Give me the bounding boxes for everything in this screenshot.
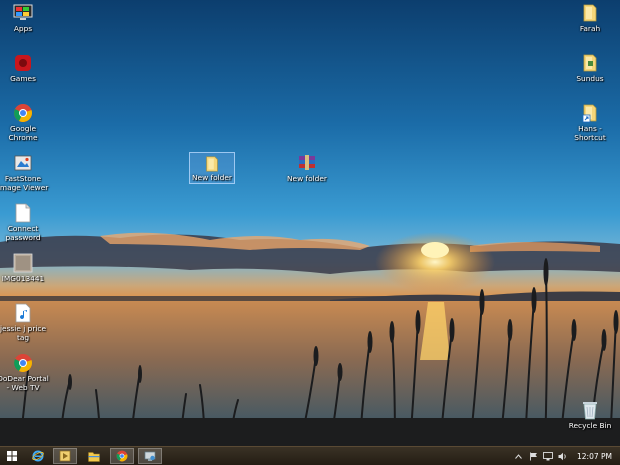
folder-icon <box>580 53 600 73</box>
desktop-icon-label: Google Chrome <box>8 124 38 142</box>
desktop-icon-label: Farah <box>579 24 601 33</box>
chrome-icon <box>116 450 128 462</box>
wallpaper-sunset-image <box>0 0 620 446</box>
taskbar-internet-explorer[interactable] <box>28 448 48 464</box>
taskbar-clock[interactable]: 12:07 PM <box>577 447 612 465</box>
desktop[interactable]: Apps Games Google Chrome FastStone Image… <box>0 0 620 446</box>
desktop-icon-google-chrome[interactable]: Google Chrome <box>0 103 53 142</box>
desktop-icon-apps[interactable]: Apps <box>0 3 53 34</box>
desktop-icon-label: FastStone Image Viewer <box>0 174 49 192</box>
desktop-icon-label: Games <box>10 74 36 83</box>
monitor-icon <box>13 3 33 23</box>
volume-icon[interactable] <box>557 447 569 465</box>
taskbar-chrome[interactable] <box>110 448 134 464</box>
folder-icon <box>580 3 600 23</box>
desktop-icon-connect-password[interactable]: Connect password <box>0 203 53 242</box>
desktop-icon-recycle-bin[interactable]: Recycle Bin <box>560 400 620 431</box>
document-icon <box>13 203 33 223</box>
games-icon <box>13 53 33 73</box>
taskbar-network-app[interactable] <box>138 448 162 464</box>
desktop-icon-label: Connect password <box>5 224 41 242</box>
desktop-icon-label: New folder <box>192 173 232 183</box>
network-app-icon <box>144 451 156 461</box>
desktop-icon-games[interactable]: Games <box>0 53 53 84</box>
desktop-icon-label: IMG013441 <box>1 274 45 283</box>
desktop-icon-new-folder-winrar[interactable]: New folder <box>277 153 337 184</box>
desktop-icon-label: Recycle Bin <box>568 421 612 430</box>
windows-start-icon <box>7 451 17 461</box>
start-button[interactable] <box>4 448 20 464</box>
file-explorer-icon <box>88 451 100 462</box>
desktop-icon-farah[interactable]: Farah <box>560 3 620 34</box>
folder-icon <box>202 154 222 173</box>
media-player-icon <box>59 450 71 462</box>
desktop-icon-label: DoDear Portal - Web TV <box>0 374 49 392</box>
desktop-icon-label: New folder <box>287 174 327 183</box>
desktop-icon-hans-shortcut[interactable]: Hans - Shortcut <box>560 103 620 142</box>
flag-icon[interactable] <box>527 447 539 465</box>
taskbar-file-explorer[interactable] <box>83 448 105 464</box>
desktop-icon-jessie-j-price-tag[interactable]: jessie j price tag <box>0 303 53 342</box>
internet-explorer-icon <box>32 450 44 462</box>
desktop-icon-label: jessie j price tag <box>0 324 47 342</box>
desktop-icon-new-folder-selected[interactable]: New folder <box>189 152 235 184</box>
audio-file-icon <box>13 303 33 323</box>
chrome-icon <box>13 103 33 123</box>
desktop-icon-label: Sundus <box>576 74 604 83</box>
network-icon[interactable] <box>542 447 554 465</box>
desktop-icon-label: Hans - Shortcut <box>574 124 606 142</box>
desktop-icon-dodear-portal-web-tv[interactable]: DoDear Portal - Web TV <box>0 353 53 392</box>
taskbar-media-player[interactable] <box>53 448 77 464</box>
image-file-icon <box>13 253 33 273</box>
faststone-icon <box>13 153 33 173</box>
show-hidden-icons-chevron[interactable] <box>513 447 523 465</box>
folder-shortcut-icon <box>580 103 600 123</box>
recycle-bin-icon <box>580 400 600 420</box>
winrar-icon <box>297 153 317 173</box>
chrome-shortcut-icon <box>13 353 33 373</box>
desktop-icon-img013441[interactable]: IMG013441 <box>0 253 53 284</box>
desktop-icon-sundus[interactable]: Sundus <box>560 53 620 84</box>
taskbar[interactable]: 12:07 PM <box>0 446 620 465</box>
desktop-icon-faststone-image-viewer[interactable]: FastStone Image Viewer <box>0 153 53 192</box>
desktop-icon-label: Apps <box>13 24 33 33</box>
